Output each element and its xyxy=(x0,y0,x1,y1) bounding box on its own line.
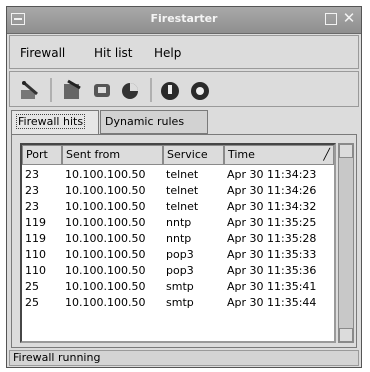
table-cell: 10.100.100.50 xyxy=(65,232,146,245)
table-cell: Apr 30 11:35:25 xyxy=(227,216,317,229)
table-row[interactable]: 23 10.100.100.50 telnet Apr 30 11:34:26 xyxy=(22,183,334,199)
table-row[interactable]: 23 10.100.100.50 telnet Apr 30 11:34:23 xyxy=(22,167,334,183)
maximize-icon[interactable] xyxy=(325,13,337,25)
start-icon[interactable] xyxy=(188,78,212,102)
column-header-sent-from[interactable]: Sent from xyxy=(62,145,163,165)
table-cell: pop3 xyxy=(166,248,194,261)
tab-panel: Port Sent from Service Time ╱ 23 10.100.10… xyxy=(11,134,357,348)
table-row[interactable]: 25 10.100.100.50 smtp Apr 30 11:35:41 xyxy=(22,279,334,295)
table-row[interactable]: 110 10.100.100.50 pop3 Apr 30 11:35:33 xyxy=(22,247,334,263)
sort-indicator-icon: ╱ xyxy=(323,148,330,161)
stop-icon[interactable] xyxy=(158,78,182,102)
scroll-up-arrow-icon[interactable] xyxy=(339,144,353,158)
title-bar[interactable]: Firestarter ✕ xyxy=(7,7,361,34)
table-cell: Apr 30 11:34:26 xyxy=(227,184,317,197)
table-cell: 10.100.100.50 xyxy=(65,264,146,277)
hits-icon[interactable] xyxy=(90,78,114,102)
tab-dynamic-rules-label: Dynamic rules xyxy=(105,115,185,128)
close-icon[interactable]: ✕ xyxy=(342,10,356,26)
menu-bar: Firewall Hit list Help xyxy=(9,35,359,69)
table-row[interactable]: 119 10.100.100.50 nntp Apr 30 11:35:28 xyxy=(22,231,334,247)
table-cell: Apr 30 11:34:32 xyxy=(227,200,317,213)
table-row[interactable]: 119 10.100.100.50 nntp Apr 30 11:35:25 xyxy=(22,215,334,231)
table-cell: 10.100.100.50 xyxy=(65,280,146,293)
status-text: Firewall running xyxy=(13,351,101,364)
table-cell: 119 xyxy=(25,216,46,229)
column-header-port[interactable]: Port xyxy=(22,145,62,165)
table-cell: 23 xyxy=(25,168,39,181)
table-cell: 10.100.100.50 xyxy=(65,200,146,213)
status-bar: Firewall running xyxy=(9,350,359,366)
table-cell: Apr 30 11:35:36 xyxy=(227,264,317,277)
wizard-icon[interactable] xyxy=(18,78,42,102)
table-cell: pop3 xyxy=(166,264,194,277)
table-row[interactable]: 110 10.100.100.50 pop3 Apr 30 11:35:36 xyxy=(22,263,334,279)
menu-hit-list[interactable]: Hit list xyxy=(94,46,133,60)
table-cell: nntp xyxy=(166,232,192,245)
window-title: Firestarter xyxy=(150,12,218,25)
pie-icon[interactable] xyxy=(118,78,142,102)
table-cell: smtp xyxy=(166,296,194,309)
tab-strip: Firewall hits Dynamic rules xyxy=(11,110,359,136)
tab-dynamic-rules[interactable]: Dynamic rules xyxy=(100,110,208,134)
table-cell: 25 xyxy=(25,280,39,293)
table-cell: 10.100.100.50 xyxy=(65,216,146,229)
table-cell: Apr 30 11:35:33 xyxy=(227,248,317,261)
toolbar xyxy=(9,71,359,107)
table-cell: Apr 30 11:35:44 xyxy=(227,296,317,309)
tab-firewall-hits[interactable]: Firewall hits xyxy=(11,110,99,135)
table-cell: 110 xyxy=(25,248,46,261)
tab-firewall-hits-label: Firewall hits xyxy=(16,114,86,129)
table-cell: 119 xyxy=(25,232,46,245)
menu-help[interactable]: Help xyxy=(154,46,181,60)
table-cell: Apr 30 11:34:23 xyxy=(227,168,317,181)
table-cell: Apr 30 11:35:41 xyxy=(227,280,317,293)
table-cell: 10.100.100.50 xyxy=(65,248,146,261)
table-cell: 23 xyxy=(25,200,39,213)
toolbar-separator xyxy=(50,78,52,102)
hits-list[interactable]: Port Sent from Service Time ╱ 23 10.100.10… xyxy=(20,143,336,343)
table-cell: telnet xyxy=(166,168,199,181)
table-cell: 10.100.100.50 xyxy=(65,184,146,197)
table-cell: 23 xyxy=(25,184,39,197)
firestarter-window: Firestarter ✕ Firewall Hit list Help Fir… xyxy=(6,6,362,368)
table-cell: telnet xyxy=(166,184,199,197)
table-cell: 25 xyxy=(25,296,39,309)
table-cell: smtp xyxy=(166,280,194,293)
vertical-scrollbar[interactable] xyxy=(338,143,354,343)
menu-firewall[interactable]: Firewall xyxy=(20,46,65,60)
table-cell: 10.100.100.50 xyxy=(65,296,146,309)
scroll-down-arrow-icon[interactable] xyxy=(339,328,353,342)
table-row[interactable]: 23 10.100.100.50 telnet Apr 30 11:34:32 xyxy=(22,199,334,215)
table-cell: 110 xyxy=(25,264,46,277)
table-cell: Apr 30 11:35:28 xyxy=(227,232,317,245)
table-cell: 10.100.100.50 xyxy=(65,168,146,181)
preferences-icon[interactable] xyxy=(60,78,84,102)
toolbar-separator xyxy=(150,78,152,102)
table-row[interactable]: 25 10.100.100.50 smtp Apr 30 11:35:44 xyxy=(22,295,334,311)
column-header-service[interactable]: Service xyxy=(163,145,224,165)
table-cell: nntp xyxy=(166,216,192,229)
column-header-time[interactable]: Time ╱ xyxy=(224,145,334,165)
table-cell: telnet xyxy=(166,200,199,213)
